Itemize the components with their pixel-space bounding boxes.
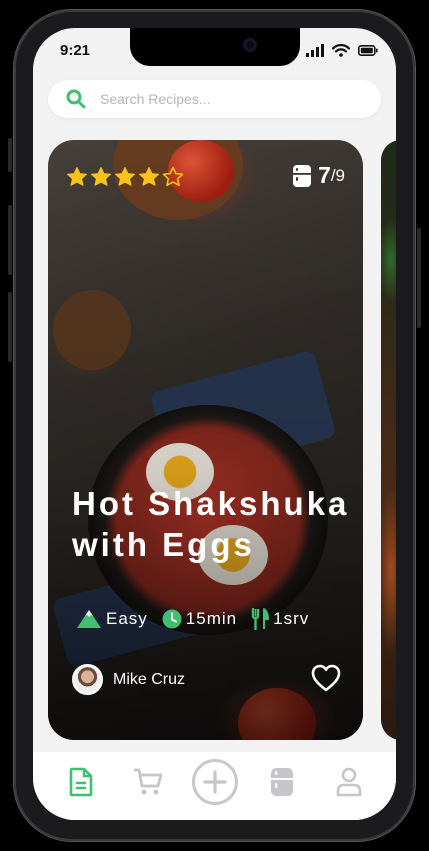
battery-icon [358, 45, 378, 56]
wifi-icon [332, 44, 350, 57]
plus-icon [202, 770, 227, 794]
power-button [417, 228, 421, 328]
clock-icon [162, 609, 182, 629]
difficulty-label: Easy [106, 609, 148, 628]
tab-bar [33, 752, 396, 820]
heart-icon [311, 664, 341, 692]
search-bar[interactable]: Search Recipes... [48, 80, 381, 118]
next-recipe-card[interactable] [381, 140, 396, 740]
star-filled-icon [67, 167, 87, 186]
status-time: 9:21 [60, 42, 91, 59]
page-counter: 7 /9 [292, 162, 345, 189]
avatar[interactable] [72, 664, 103, 695]
tab-fridge[interactable] [258, 758, 306, 806]
star-empty-icon [162, 166, 184, 187]
add-button-ring [191, 759, 238, 805]
time-label: 15min [185, 609, 238, 628]
rating-stars [66, 166, 184, 187]
star-filled-icon [115, 167, 135, 186]
volume-up-button [8, 205, 12, 275]
mute-switch [8, 138, 12, 172]
search-input[interactable]: Search Recipes... [100, 91, 211, 107]
servings-label: 1srv [273, 609, 310, 628]
document-icon [69, 767, 92, 797]
star-filled-icon [139, 167, 159, 186]
mountain-icon [77, 610, 101, 628]
signal-icon [306, 44, 324, 57]
card-overlay [48, 140, 363, 740]
cart-icon [133, 768, 162, 795]
favorite-button[interactable] [311, 664, 341, 697]
tab-cart[interactable] [124, 758, 172, 806]
author-name[interactable]: Mike Cruz [113, 671, 185, 689]
fridge-icon [270, 768, 293, 796]
author-info[interactable]: Mike Cruz [72, 664, 185, 695]
tab-profile[interactable] [325, 758, 373, 806]
app-screen: 9:21 Search Recipes... 7 /9 Hot Shakshuk… [33, 28, 396, 820]
page-current: 7 [318, 162, 331, 188]
page-total: /9 [330, 165, 345, 185]
user-icon [336, 767, 361, 797]
search-icon [66, 89, 86, 109]
recipe-meta: Easy 15min 1srv [76, 608, 323, 630]
volume-down-button [8, 292, 12, 362]
fridge-icon [293, 164, 312, 187]
device-notch [130, 28, 300, 66]
tab-recipes[interactable] [57, 758, 105, 806]
add-recipe-button[interactable] [191, 758, 239, 806]
front-camera [243, 38, 257, 52]
recipe-card[interactable]: 7 /9 Hot Shakshuka with Eggs Easy 15min [48, 140, 363, 740]
recipe-title: Hot Shakshuka with Eggs [72, 485, 350, 563]
utensils-icon [251, 608, 270, 630]
star-filled-icon [91, 167, 111, 186]
